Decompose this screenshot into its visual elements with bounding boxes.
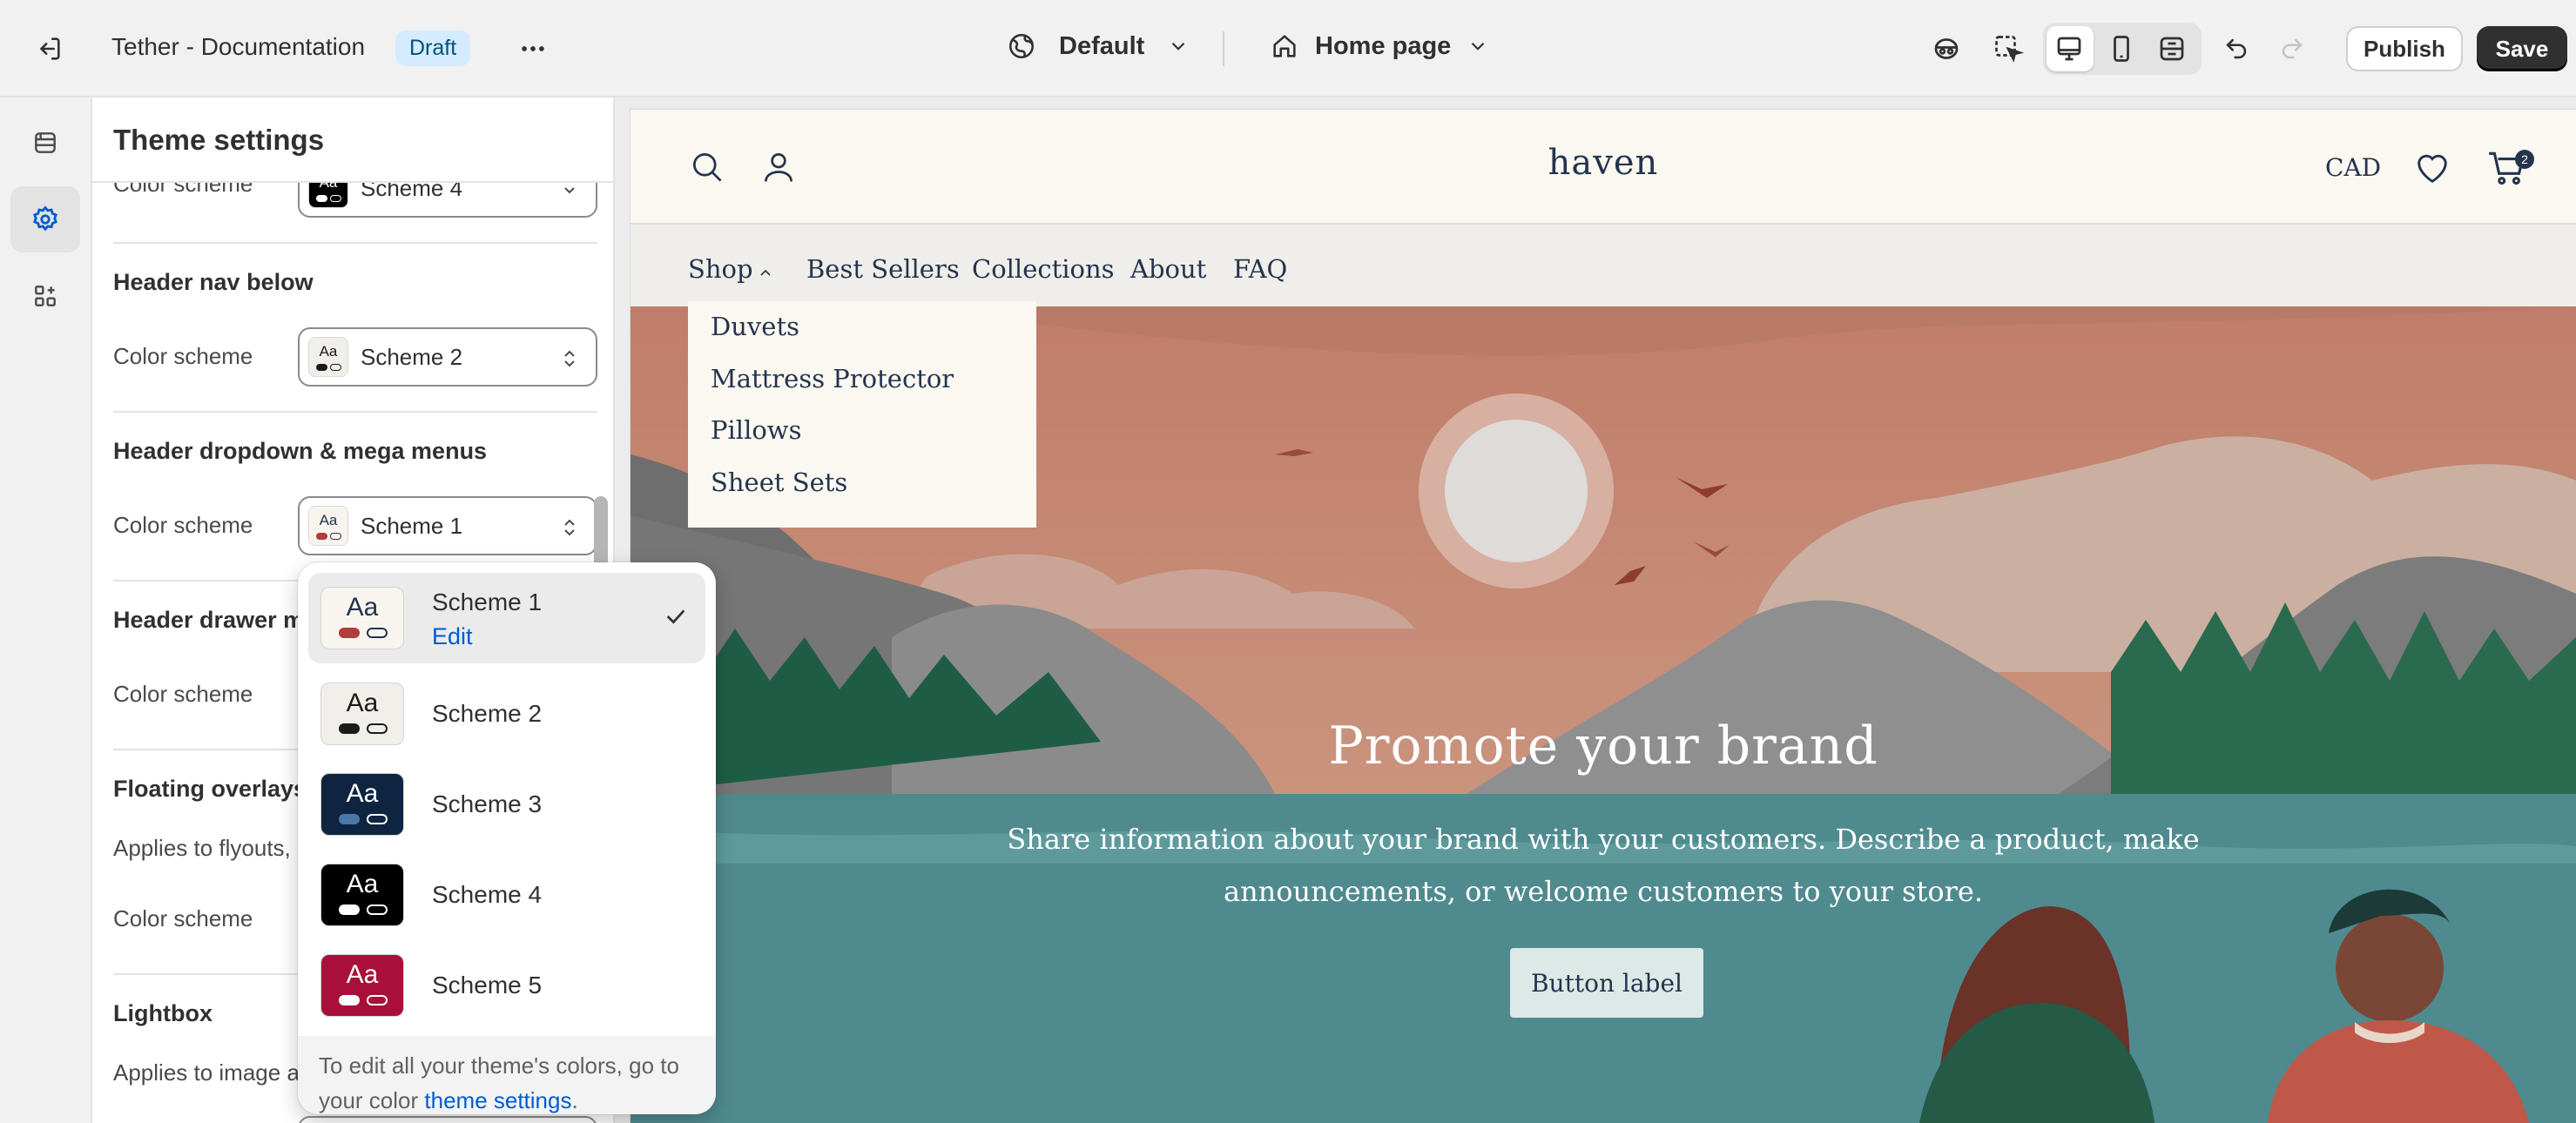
menu-item[interactable]: Sheet Sets bbox=[711, 467, 847, 497]
page-selector[interactable]: Home page bbox=[1270, 31, 1489, 61]
nav-item-best-sellers[interactable]: Best Sellers bbox=[806, 254, 960, 284]
scheme-swatch: Aa bbox=[320, 683, 404, 745]
gear-icon[interactable] bbox=[10, 186, 80, 252]
store-header: haven CAD 2 bbox=[631, 110, 2576, 225]
scheme-swatch: Aa bbox=[320, 773, 404, 836]
scheme-option[interactable]: Aa Scheme 2 bbox=[308, 669, 705, 759]
dropdown-footer: To edit all your theme's colors, go to y… bbox=[298, 1036, 716, 1114]
scheme-swatch: Aa bbox=[308, 506, 348, 546]
panel-header: Theme settings bbox=[92, 98, 613, 183]
hero-button[interactable]: Button label bbox=[1510, 948, 1703, 1018]
scheme-option[interactable]: Aa Scheme 5 bbox=[308, 940, 705, 1031]
section-description: Applies to image a bbox=[113, 1059, 300, 1086]
option-label: Scheme 1 bbox=[432, 588, 543, 615]
edit-link[interactable]: Edit bbox=[432, 623, 473, 650]
color-scheme-select[interactable]: Aa Scheme 2 bbox=[298, 327, 597, 387]
currency-selector[interactable]: CAD bbox=[2325, 153, 2381, 182]
scheme-swatch: Aa bbox=[308, 337, 348, 377]
status-badge: Draft bbox=[395, 30, 471, 66]
menu-item[interactable]: Duvets bbox=[711, 312, 799, 341]
more-horizontal-icon[interactable] bbox=[505, 21, 561, 77]
full-width-icon[interactable] bbox=[2156, 33, 2188, 64]
updown-icon bbox=[559, 346, 580, 371]
heart-icon[interactable] bbox=[2412, 148, 2452, 188]
apps-icon[interactable] bbox=[10, 263, 80, 329]
desktop-icon[interactable] bbox=[2053, 33, 2085, 64]
inspector-icon[interactable] bbox=[1919, 21, 1974, 77]
divider bbox=[113, 242, 597, 244]
scheme-option[interactable]: Aa Scheme 3 bbox=[308, 759, 705, 850]
chevron-up-icon bbox=[758, 266, 773, 279]
sections-icon[interactable] bbox=[10, 110, 80, 176]
globe-icon bbox=[1007, 31, 1036, 61]
checkmark-icon bbox=[662, 602, 690, 630]
store-title: Tether - Documentation bbox=[111, 33, 366, 60]
undo-icon[interactable] bbox=[2208, 21, 2264, 77]
section-title: Header drawer m bbox=[113, 607, 305, 633]
divider bbox=[113, 411, 597, 413]
nav-item-shop[interactable]: Shop bbox=[688, 254, 753, 284]
select-element-icon[interactable] bbox=[1980, 21, 2036, 77]
shop-dropdown-menu: Duvets Mattress Protector Pillows Sheet … bbox=[688, 301, 1036, 528]
cart-count-badge: 2 bbox=[2515, 150, 2534, 169]
store-preview-frame: haven CAD 2 Shop Best Sellers Collection… bbox=[631, 110, 2576, 1123]
theme-label: Default bbox=[1059, 31, 1145, 60]
exit-icon[interactable] bbox=[21, 21, 77, 77]
scheme-swatch: Aa bbox=[320, 587, 404, 649]
select-value: Scheme 1 bbox=[361, 512, 463, 539]
menu-item[interactable]: Pillows bbox=[711, 415, 802, 445]
nav-item-faq[interactable]: FAQ bbox=[1233, 254, 1287, 284]
nav-item-collections[interactable]: Collections bbox=[972, 254, 1115, 284]
menu-item[interactable]: Mattress Protector bbox=[711, 364, 954, 393]
color-scheme-select[interactable] bbox=[298, 1116, 597, 1123]
option-label: Scheme 4 bbox=[432, 881, 543, 908]
scheme-swatch: Aa bbox=[320, 954, 404, 1017]
color-scheme-label: Color scheme bbox=[113, 512, 253, 538]
chevron-down-icon bbox=[1167, 35, 1190, 57]
section-title: Floating overlays bbox=[113, 776, 307, 802]
save-button[interactable]: Save bbox=[2477, 26, 2567, 71]
scheme-swatch: Aa bbox=[320, 864, 404, 926]
option-label: Scheme 2 bbox=[432, 700, 543, 727]
color-scheme-select[interactable]: Aa Scheme 1 bbox=[298, 496, 597, 555]
panel-title: Theme settings bbox=[113, 124, 325, 156]
section-title: Header dropdown & mega menus bbox=[113, 438, 488, 464]
publish-button[interactable]: Publish bbox=[2346, 26, 2463, 71]
divider bbox=[1223, 31, 1224, 66]
hero-text: Share information about your brand with … bbox=[1007, 823, 2200, 908]
viewport-switcher bbox=[2043, 23, 2202, 75]
page-label: Home page bbox=[1315, 31, 1452, 60]
color-scheme-dropdown: Aa Scheme 1 Edit Aa Scheme 2 Aa Scheme 3… bbox=[298, 562, 716, 1114]
nav-item-about[interactable]: About bbox=[1130, 254, 1206, 284]
left-rail bbox=[0, 98, 92, 1123]
color-scheme-label: Color scheme bbox=[113, 343, 253, 369]
updown-icon bbox=[559, 515, 580, 540]
theme-settings-link[interactable]: theme settings bbox=[424, 1087, 571, 1113]
option-label: Scheme 3 bbox=[432, 790, 543, 817]
option-label: Scheme 5 bbox=[432, 972, 543, 999]
select-value: Scheme 2 bbox=[361, 343, 463, 370]
scheme-option[interactable]: Aa Scheme 1 Edit bbox=[308, 573, 705, 663]
section-title: Header nav below bbox=[113, 269, 314, 295]
redo-icon[interactable] bbox=[2264, 21, 2320, 77]
store-brand[interactable]: haven bbox=[631, 143, 2576, 183]
home-icon bbox=[1270, 31, 1299, 61]
section-title: Lightbox bbox=[113, 1000, 212, 1026]
mobile-icon[interactable] bbox=[2106, 33, 2137, 64]
theme-selector[interactable]: Default bbox=[1007, 31, 1190, 61]
hero-title: Promote your brand bbox=[1328, 716, 1878, 777]
top-bar: Tether - Documentation Draft Default Hom… bbox=[0, 0, 2576, 98]
chevron-down-icon bbox=[1467, 35, 1489, 57]
section-description: Applies to flyouts, bbox=[113, 835, 291, 861]
footer-end: . bbox=[571, 1087, 578, 1113]
color-scheme-label: Color scheme bbox=[113, 905, 253, 931]
color-scheme-label: Color scheme bbox=[113, 681, 253, 707]
scheme-option[interactable]: Aa Scheme 4 bbox=[308, 850, 705, 940]
